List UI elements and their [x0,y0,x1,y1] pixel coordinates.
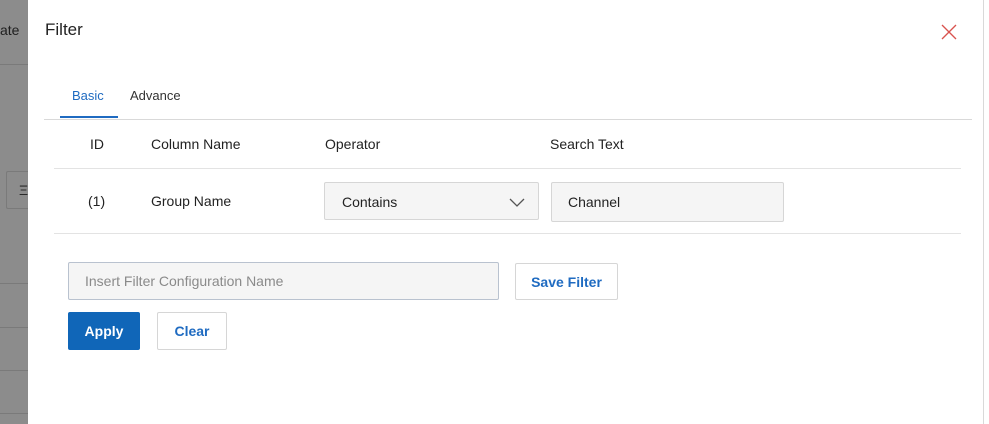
active-tab-indicator [60,116,118,118]
filter-tabs: Basic Advance [44,80,972,120]
row-id: (1) [88,193,106,209]
header-operator: Operator [325,136,381,152]
header-column-name: Column Name [151,136,241,152]
right-scroll-edge [983,0,989,424]
background-partial-button: Ξ [6,171,28,209]
background-divider [0,327,28,328]
save-filter-button[interactable]: Save Filter [515,263,618,300]
search-text-input[interactable] [551,182,784,222]
apply-button[interactable]: Apply [68,312,140,350]
background-page-strip: ate Ξ [0,0,28,424]
header-id: ID [90,136,104,152]
filter-modal: Filter Basic Advance ID Column Name Oper… [28,0,983,424]
background-partial-icon: Ξ [19,182,28,198]
operator-select[interactable]: Contains [324,182,539,220]
filter-config-name-input[interactable] [68,262,499,300]
background-divider [0,283,28,284]
tab-advance[interactable]: Advance [130,88,181,103]
background-divider [0,413,28,414]
close-icon[interactable] [940,23,958,41]
chevron-down-icon [509,198,525,207]
table-row: (1) Group Name Contains [54,169,961,234]
background-divider [0,64,28,65]
tab-basic[interactable]: Basic [72,88,104,103]
modal-title: Filter [45,20,83,39]
clear-button[interactable]: Clear [157,312,227,350]
background-divider [0,370,28,371]
header-search-text: Search Text [550,136,624,152]
row-column-name: Group Name [151,193,232,209]
background-partial-text: ate [0,22,20,38]
operator-select-value: Contains [342,194,398,210]
table-header: ID Column Name Operator Search Text [54,120,961,169]
